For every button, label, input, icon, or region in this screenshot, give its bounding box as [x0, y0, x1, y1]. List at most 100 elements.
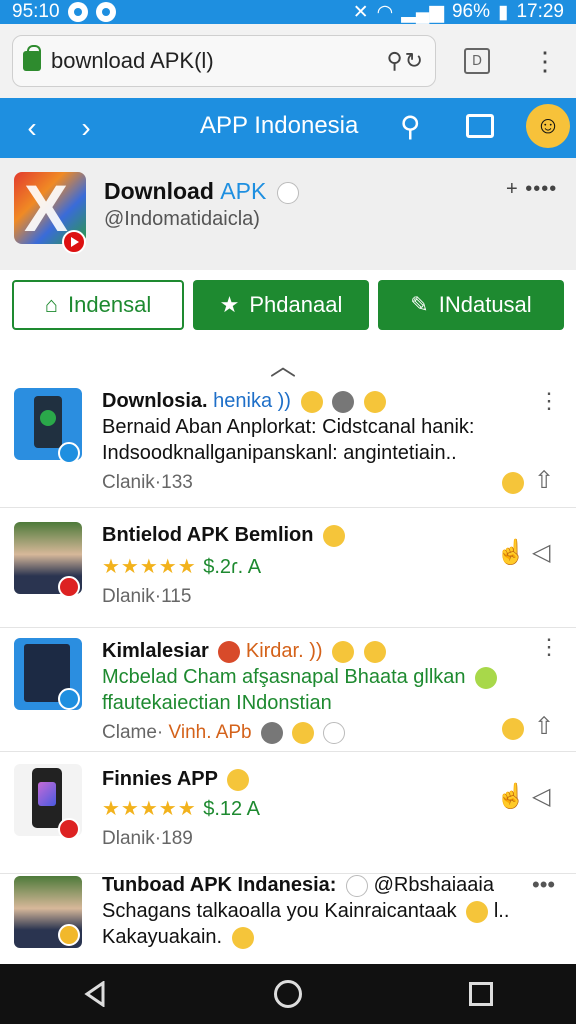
- emoji-icon: [260, 722, 283, 744]
- item-meta: Clame· Vinh. APb: [102, 722, 346, 744]
- emoji-icon: [292, 722, 315, 744]
- emoji-icon: [363, 390, 386, 413]
- item-tag: henika )): [213, 390, 291, 412]
- item-title-text: Finnies APP: [102, 768, 218, 790]
- share-icon[interactable]: ⇧: [534, 712, 554, 741]
- emoji-icon: [466, 900, 489, 923]
- notification-icon: [67, 2, 88, 22]
- tab-switcher-button[interactable]: D: [464, 48, 490, 74]
- notification-icon-2: [95, 2, 116, 22]
- badge-icon: [58, 442, 80, 464]
- item-title: Finnies APP: [102, 768, 250, 791]
- chat-icon[interactable]: [466, 114, 494, 138]
- app-bar-title: APP Indonesia: [200, 112, 359, 139]
- line-text: Mcbelad Cham afşasnapal Bhaata gllkan: [102, 666, 466, 688]
- mute-icon: ✕: [352, 1, 369, 23]
- item-title: Tunboad APK Indanesia: @Rbshaiaaia: [102, 874, 494, 897]
- stars-text: ★★★★★: [102, 798, 197, 820]
- forward-arrow-icon[interactable]: ›: [68, 112, 104, 144]
- tab-indensal[interactable]: ⌂ Indensal: [12, 280, 184, 330]
- header-title: Download APK: [104, 178, 299, 205]
- ticket-icon: ✎: [410, 292, 429, 317]
- star-icon: ★: [219, 292, 240, 317]
- emoji-icon: [231, 926, 254, 949]
- list-item[interactable]: Downlosia. henika )) Bernaid Aban Anplor…: [0, 378, 576, 508]
- item-meta: Dlanik·115: [102, 586, 192, 607]
- nav-recents-icon[interactable]: [468, 982, 493, 1006]
- line-text: Kakayuakain.: [102, 926, 223, 948]
- system-nav-bar: [0, 964, 576, 1024]
- list-item[interactable]: Kimlalesiar Kirdar. )) Mcbelad Cham afşa…: [0, 628, 576, 752]
- item-price: $.12 A: [203, 798, 260, 820]
- item-description-line1: Schagans talkaoalla you Kainraicantaak l…: [102, 900, 509, 923]
- lock-icon: [23, 45, 41, 71]
- send-icon[interactable]: ◁: [532, 538, 550, 567]
- emoji-icon: [332, 390, 355, 413]
- search-reload-icons[interactable]: ⚲↻: [386, 48, 425, 74]
- emoji-icon: [300, 390, 323, 413]
- item-title-text: Bntielod APK Bemlion: [102, 524, 314, 546]
- url-text[interactable]: bownload APK(l): [51, 48, 376, 74]
- like-icon[interactable]: ☝: [496, 538, 526, 567]
- browser-toolbar: bownload APK(l) ⚲↻ D ⋮: [0, 24, 576, 98]
- item-meta: Clanik·133: [102, 472, 193, 493]
- line-text-end: l..: [493, 900, 510, 922]
- item-title-text: Downlosia.: [102, 390, 208, 412]
- rating-stars: ★★★★★ $.12 A: [102, 796, 260, 821]
- item-title: Bntielod APK Bemlion: [102, 524, 346, 547]
- item-description-line2: Indsoodknallganipanskanl: angintetiain..: [102, 442, 457, 464]
- emoji-icon: [218, 640, 241, 663]
- tab-indatusal[interactable]: ✎ INdatusal: [378, 280, 564, 330]
- emoji-icon: [323, 722, 346, 744]
- back-arrow-icon[interactable]: ‹: [14, 112, 50, 144]
- header-subtitle: @Indomatidaicla): [104, 208, 260, 230]
- item-menu-icon[interactable]: ⋮: [538, 388, 560, 414]
- emoji-avatar-icon[interactable]: ☺: [526, 104, 570, 148]
- stars-text: ★★★★★: [102, 556, 197, 578]
- emoji-icon: [363, 640, 386, 663]
- tab-bar: ⌂ Indensal ★ Phdanaal ✎ INdatusal: [0, 270, 576, 346]
- header-title-accent: APK: [220, 178, 267, 204]
- list-item[interactable]: Finnies APP ★★★★★ $.12 A Dlanik·189 ☝ ◁: [0, 752, 576, 874]
- home-icon: ⌂: [44, 292, 59, 317]
- emoji-icon: [276, 181, 299, 204]
- tab-label: Indensal: [68, 292, 152, 317]
- status-bar: 95:10 ✕ ◠ ▂▄▆ 96% ▮ 17:29: [0, 0, 576, 24]
- item-tag: Kirdar. )): [245, 640, 323, 662]
- rating-stars: ★★★★★ $.2ɾ. A: [102, 554, 261, 579]
- item-tag: @Rbshaiaaia: [373, 874, 494, 896]
- item-menu-icon[interactable]: ⋮: [538, 634, 560, 660]
- item-description-line2: ffautekaiectian INdonstian: [102, 692, 332, 714]
- item-menu-icon[interactable]: •••: [532, 872, 555, 898]
- app-bar: ‹ › APP Indonesia ⚲: [0, 98, 576, 158]
- emoji-reaction-icon[interactable]: [498, 714, 524, 742]
- battery-level: 96%: [451, 1, 490, 22]
- item-title: Kimlalesiar Kirdar. )): [102, 640, 386, 663]
- like-icon[interactable]: ☝: [496, 782, 526, 811]
- nav-back-icon[interactable]: [83, 981, 107, 1007]
- emoji-icon: [323, 524, 346, 547]
- share-icon[interactable]: ⇧: [534, 466, 554, 495]
- emoji-reaction-icon[interactable]: [498, 468, 524, 496]
- list-item[interactable]: Tunboad APK Indanesia: @Rbshaiaaia Schag…: [0, 872, 576, 964]
- header-actions[interactable]: + ••••: [506, 178, 557, 201]
- item-description-line2: Kakayuakain.: [102, 926, 254, 949]
- emoji-icon: [346, 874, 369, 897]
- url-bar[interactable]: bownload APK(l) ⚲↻: [12, 35, 436, 87]
- tab-phdanaal[interactable]: ★ Phdanaal: [193, 280, 369, 330]
- item-title-text: Tunboad APK Indanesia:: [102, 874, 337, 896]
- status-time-left: 95:10: [12, 1, 60, 22]
- emoji-icon: [227, 768, 250, 791]
- browser-menu-icon[interactable]: ⋮: [532, 48, 558, 74]
- play-badge-icon: [62, 230, 86, 254]
- app-header: Download APK @Indomatidaicla) + ••••: [0, 158, 576, 270]
- tab-label: Phdanaal: [249, 292, 343, 317]
- nav-home-icon[interactable]: [273, 980, 302, 1008]
- search-icon[interactable]: ⚲: [400, 110, 421, 143]
- list-item[interactable]: Bntielod APK Bemlion ★★★★★ $.2ɾ. A Dlani…: [0, 508, 576, 628]
- meta-text: Clame·: [102, 722, 164, 744]
- badge-icon: [58, 576, 80, 598]
- header-title-text: Download: [104, 178, 214, 204]
- item-price: $.2ɾ. A: [203, 556, 262, 578]
- send-icon[interactable]: ◁: [532, 782, 550, 811]
